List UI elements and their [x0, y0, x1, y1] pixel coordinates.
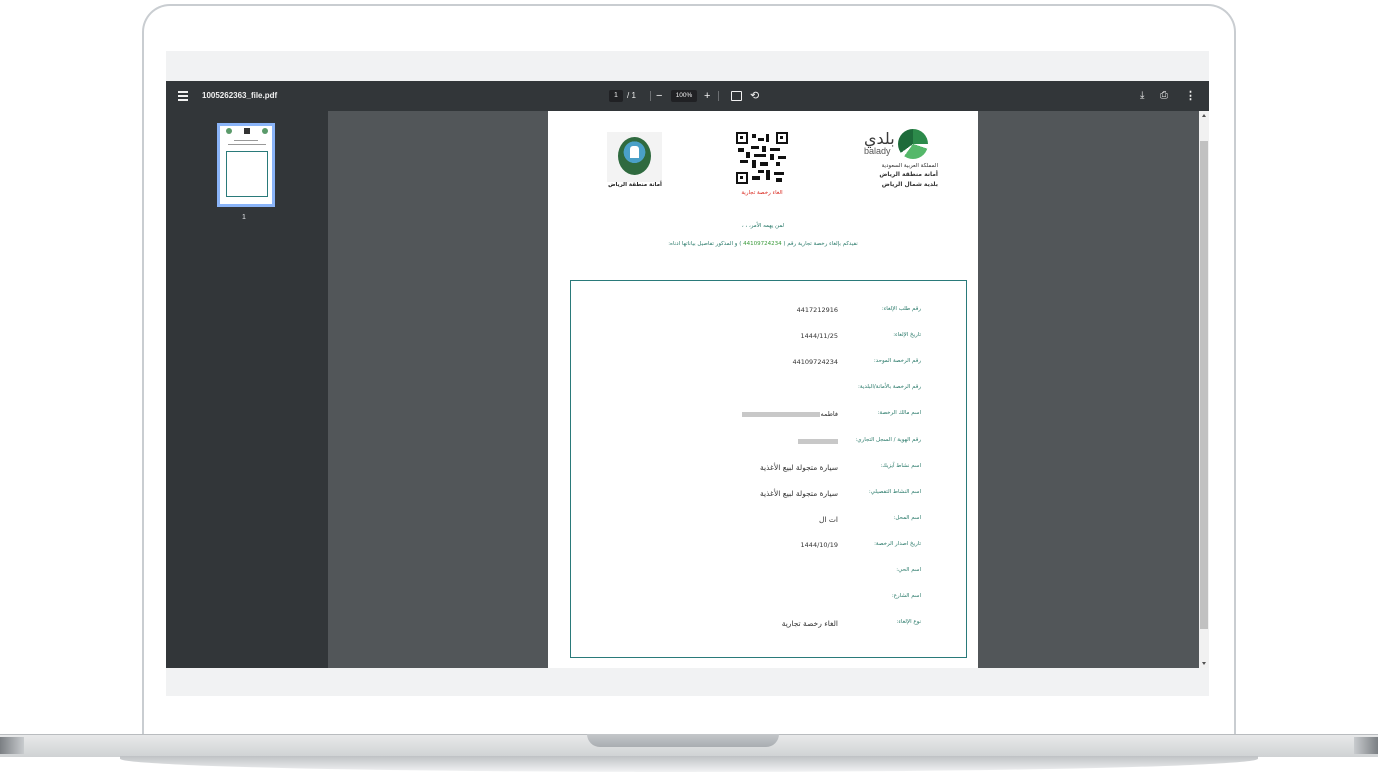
amanah-building-icon — [630, 146, 639, 158]
org-line-1: المملكة العربية السعودية — [881, 163, 938, 169]
thumb-text-line — [234, 140, 258, 141]
org-line-2: أمانة منطقة الرياض — [879, 171, 938, 178]
detail-value: 4417212916 — [796, 306, 838, 314]
qr-code — [736, 132, 788, 184]
detail-value: الغاء رخصة تجارية — [781, 619, 838, 628]
detail-row: اسم الشارع: — [571, 593, 965, 607]
detail-row: رقم طلب الإلغاء: 4417212916 — [571, 306, 965, 320]
qr-caption: الغاء رخصة تجارية — [741, 190, 783, 196]
laptop-base-right-edge — [1354, 737, 1378, 754]
balady-logo: بلدي balady — [864, 129, 924, 159]
notify-prefix: نفيدكم بإلغاء رخصة تجارية رقم ( — [783, 241, 858, 247]
zoom-in-button[interactable]: + — [704, 81, 710, 111]
scroll-up-icon[interactable] — [1202, 114, 1206, 117]
more-options-icon[interactable]: ⋮ — [1185, 81, 1196, 111]
notification-text: نفيدكم بإلغاء رخصة تجارية رقم ( 44109724… — [588, 241, 938, 247]
page-thumbnail[interactable] — [217, 123, 275, 207]
detail-row: اسم النشاط التفصيلي: سيارة متجولة لبيع ا… — [571, 489, 965, 503]
page-total: / 1 — [627, 91, 636, 100]
balady-latin: balady — [864, 146, 891, 156]
detail-label: اسم الحي: — [896, 567, 921, 573]
owner-name: فاطمه — [820, 410, 838, 418]
amanah-caption: أمانة منطقة الرياض — [608, 182, 662, 188]
thumb-logo-icon — [226, 128, 232, 134]
print-icon[interactable]: ⎙ — [1160, 81, 1168, 111]
scrollbar-thumb[interactable] — [1200, 141, 1208, 629]
laptop-base-shadow — [120, 756, 1258, 772]
thumb-text-line — [228, 144, 266, 145]
toolbar-divider — [718, 91, 719, 101]
detail-row: تاريخ الإلغاء: 1444/11/25 — [571, 332, 965, 346]
thumb-qr-icon — [244, 128, 250, 134]
detail-row: اسم الحي: — [571, 567, 965, 581]
scroll-down-icon[interactable] — [1202, 662, 1206, 665]
detail-value: 1444/10/19 — [800, 541, 838, 549]
file-name: 1005262363_file.pdf — [202, 91, 278, 100]
detail-row: رقم الهوية / السجل التجاري: — [571, 437, 965, 451]
detail-row: اسم المحل: ات ال — [571, 515, 965, 529]
detail-value: سيارة متجولة لبيع الأغذية — [760, 489, 838, 498]
detail-label: اسم الشارع: — [891, 593, 921, 599]
detail-value: 44109724234 — [792, 358, 839, 366]
org-line-3: بلدية شمال الرياض — [881, 181, 938, 188]
detail-row: رقم الرخصة الموحد: 44109724234 — [571, 358, 965, 372]
redacted-bar — [742, 411, 821, 417]
laptop-base-left-edge — [0, 737, 24, 754]
detail-label: رقم الرخصة بالأمانة/البلدية: — [857, 384, 921, 390]
detail-value-id — [658, 437, 838, 445]
detail-value: 1444/11/25 — [800, 332, 838, 340]
pdf-page: أمانة منطقة الرياض الغاء رخصة تجارية بلد… — [548, 111, 978, 668]
pdf-viewer: 1005262363_file.pdf 1 / 1 − 100% + ⟲ ⤓ ⎙… — [166, 81, 1209, 668]
detail-row: رقم الرخصة بالأمانة/البلدية: — [571, 384, 965, 398]
page-number-input[interactable]: 1 — [609, 90, 623, 102]
thumbnail-sidebar: 1 — [166, 111, 328, 668]
laptop-notch — [587, 734, 779, 747]
redacted-bar — [798, 438, 838, 444]
download-icon[interactable]: ⤓ — [1140, 81, 1144, 111]
organization-lines: المملكة العربية السعودية أمانة منطقة الر… — [828, 163, 938, 188]
detail-row: تاريخ اصدار الرخصة: 1444/10/19 — [571, 541, 965, 555]
detail-row: اسم نشاط آيزيك: سيارة متجولة لبيع الأغذي… — [571, 463, 965, 477]
greeting-text: لمن يهمه الأمر، ، ، — [741, 223, 785, 229]
zoom-level-input[interactable]: 100% — [671, 90, 697, 102]
detail-row: نوع الإلغاء: الغاء رخصة تجارية — [571, 619, 965, 633]
notify-license-number: 44109724234 — [743, 241, 782, 247]
fit-to-page-icon[interactable] — [731, 91, 742, 101]
license-details-box: رقم طلب الإلغاء: 4417212916 تاريخ الإلغا… — [570, 280, 967, 658]
detail-value-owner: فاطمه — [658, 410, 838, 418]
detail-value: سيارة متجولة لبيع الأغذية — [760, 463, 838, 472]
thumb-detail-box — [226, 151, 268, 197]
rotate-icon[interactable]: ⟲ — [750, 81, 759, 111]
toolbar-divider — [650, 91, 651, 101]
thumb-logo-icon — [262, 128, 268, 134]
notify-suffix: ) و المذكور تفاصيل بياناتها ادناه: — [668, 241, 742, 247]
zoom-out-button[interactable]: − — [656, 81, 662, 111]
thumbnail-page-number: 1 — [242, 214, 246, 221]
pdf-toolbar: 1005262363_file.pdf 1 / 1 − 100% + ⟲ ⤓ ⎙… — [166, 81, 1209, 111]
detail-row: اسم مالك الرخصة: فاطمه — [571, 410, 965, 424]
vertical-scrollbar[interactable] — [1199, 111, 1209, 668]
detail-value: ات ال — [818, 515, 838, 524]
amanah-logo — [607, 132, 662, 182]
menu-icon[interactable] — [178, 91, 188, 101]
